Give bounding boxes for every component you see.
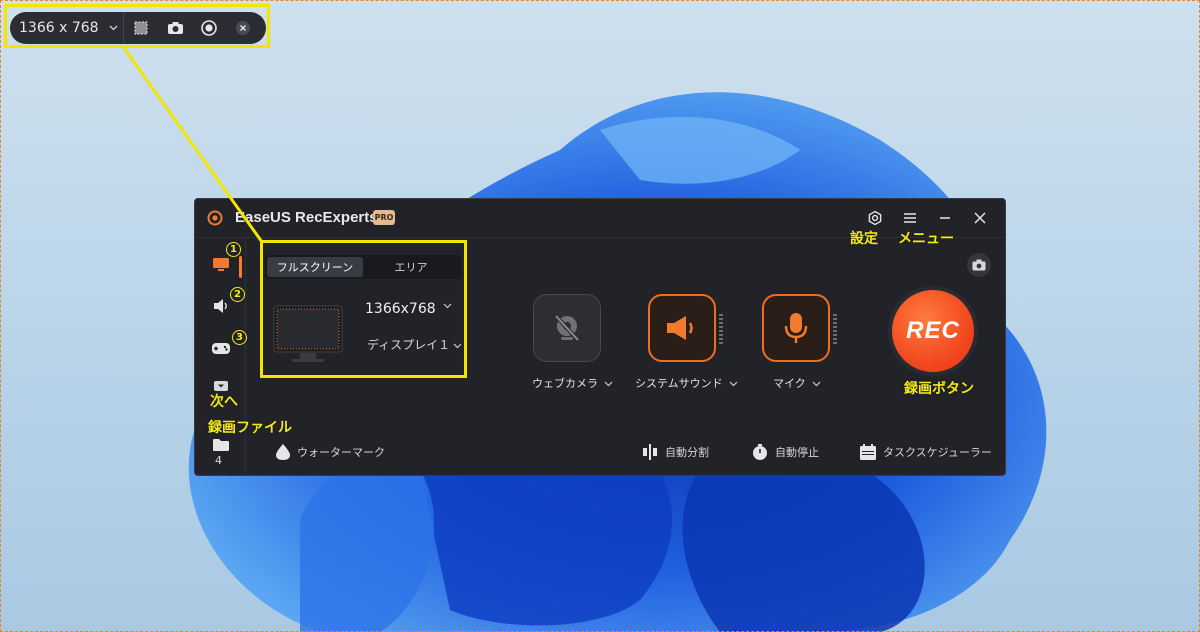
region-select-icon — [134, 21, 148, 35]
rec-label: REC — [906, 317, 960, 344]
title-bar: EaseUS RecExperts PRO — [195, 199, 1005, 238]
split-icon — [643, 444, 657, 460]
close-icon — [236, 21, 250, 35]
chevron-down-icon — [109, 25, 118, 31]
close-toolbar-button[interactable] — [226, 12, 260, 44]
auto-stop-label: 自動停止 — [775, 446, 819, 459]
settings-button[interactable] — [865, 208, 885, 228]
annotation-menu: メニュー — [898, 231, 954, 247]
screenshot-button[interactable] — [158, 12, 192, 44]
menu-icon — [904, 213, 916, 223]
webcam-off-icon — [554, 314, 580, 342]
calendar-icon — [860, 444, 876, 460]
watermark-label: ウォーターマーク — [297, 446, 385, 459]
floating-capture-toolbar: 1366 x 768 — [10, 12, 266, 44]
gamepad-icon — [212, 343, 230, 354]
close-window-button[interactable] — [970, 208, 990, 228]
system-sound-toggle[interactable] — [648, 294, 723, 362]
annotation-rec-button: 録画ボタン — [904, 381, 974, 397]
camera-icon — [972, 259, 986, 271]
task-scheduler-button[interactable]: タスクスケジューラー — [859, 443, 992, 461]
webcam-dropdown[interactable]: ウェブカメラ — [532, 375, 613, 391]
resolution-dropdown[interactable]: 1366 x 768 — [10, 12, 124, 44]
annotation-number-3: 3 — [232, 330, 247, 345]
speaker-icon — [667, 316, 693, 340]
webcam-toggle[interactable] — [533, 294, 601, 362]
microphone-toggle[interactable] — [762, 294, 837, 362]
chevron-down-icon — [729, 381, 738, 387]
chevron-down-icon — [812, 381, 821, 387]
region-select-button[interactable] — [124, 12, 158, 44]
annotation-number-2: 2 — [230, 287, 245, 302]
active-mode-indicator — [239, 256, 242, 278]
close-icon — [974, 212, 986, 224]
annotation-settings: 設定 — [850, 231, 878, 247]
auto-split-label: 自動分割 — [665, 446, 709, 459]
app-logo-icon — [207, 210, 223, 226]
annotation-number-1: 1 — [226, 242, 241, 257]
system-sound-dropdown[interactable]: システムサウンド — [635, 375, 738, 391]
pro-badge: PRO — [373, 210, 395, 225]
gear-icon — [868, 210, 882, 226]
system-sound-level-meter — [719, 314, 723, 346]
minimize-button[interactable] — [935, 208, 955, 228]
microphone-level-meter — [833, 314, 837, 346]
watermark-button[interactable]: ウォーターマーク — [275, 443, 385, 461]
camera-icon — [167, 22, 183, 34]
webcam-label: ウェブカメラ — [532, 377, 598, 390]
speaker-icon — [214, 299, 227, 313]
microphone-label: マイク — [773, 377, 806, 390]
system-sound-label: システムサウンド — [635, 377, 723, 390]
resolution-label: 1366 x 768 — [19, 20, 99, 36]
record-icon — [201, 20, 217, 36]
menu-button[interactable] — [900, 208, 920, 228]
auto-split-button[interactable]: 自動分割 — [641, 443, 709, 461]
droplet-icon — [276, 444, 290, 460]
annotation-recorded-files: 録画ファイル — [208, 420, 292, 436]
rec-button[interactable]: REC — [892, 290, 974, 372]
app-title: EaseUS RecExperts — [235, 209, 378, 226]
microphone-icon — [784, 313, 808, 343]
microphone-dropdown[interactable]: マイク — [773, 375, 821, 391]
monitor-icon — [213, 257, 229, 271]
minimize-icon — [940, 217, 950, 219]
record-button[interactable] — [192, 12, 226, 44]
folder-icon — [213, 439, 229, 451]
task-scheduler-label: タスクスケジューラー — [883, 446, 992, 459]
stopwatch-icon — [753, 444, 767, 460]
auto-stop-button[interactable]: 自動停止 — [751, 443, 819, 461]
annotation-highlight-capture-panel — [260, 240, 467, 378]
chevron-down-icon — [604, 381, 613, 387]
screenshot-button[interactable] — [967, 253, 991, 277]
recordings-count: 4 — [215, 454, 222, 467]
annotation-next: 次へ — [210, 394, 238, 410]
